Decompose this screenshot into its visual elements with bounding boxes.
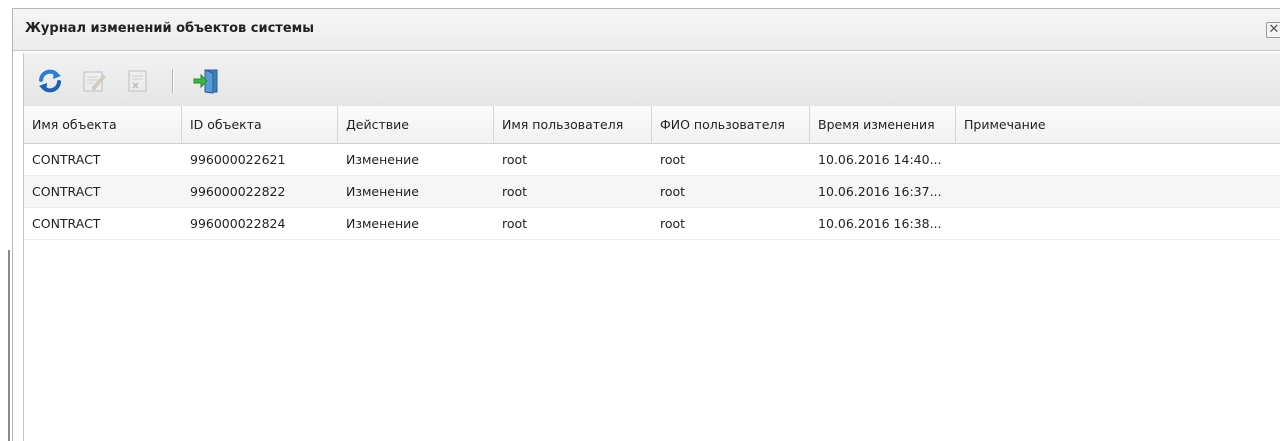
delete-button[interactable] — [124, 67, 152, 95]
cell-change-time: 10.06.2016 16:38... — [818, 216, 942, 231]
cell-note — [956, 176, 1280, 208]
cell-user-full-name: root — [660, 184, 686, 199]
cell-note — [956, 144, 1280, 176]
exit-button[interactable] — [192, 67, 220, 95]
cell-object-id: 996000022621 — [190, 152, 286, 167]
edit-icon — [83, 71, 106, 92]
cell-change-time: 10.06.2016 14:40... — [818, 152, 942, 167]
grid-header: Имя объекта ID объекта Действие Имя поль… — [24, 106, 1280, 144]
cell-object-id: 996000022822 — [190, 184, 286, 199]
toolbar — [23, 53, 1280, 106]
cell-object-id: 996000022824 — [190, 216, 286, 231]
column-header-object-id[interactable]: ID объекта — [182, 106, 338, 144]
change-log-window: Журнал изменений объектов системы ✕ Имя … — [12, 8, 1280, 441]
cell-object-name: CONTRACT — [32, 216, 101, 231]
column-header-user-name[interactable]: Имя пользователя — [494, 106, 652, 144]
column-header-note[interactable]: Примечание — [956, 106, 1280, 144]
cell-object-name: CONTRACT — [32, 152, 101, 167]
cell-action: Изменение — [346, 216, 419, 231]
column-header-action[interactable]: Действие — [338, 106, 494, 144]
toolbar-separator — [172, 69, 174, 93]
edit-button[interactable] — [80, 67, 108, 95]
splitter-bar[interactable] — [8, 250, 10, 441]
cell-change-time: 10.06.2016 16:37... — [818, 184, 942, 199]
cell-user-full-name: root — [660, 216, 686, 231]
table-row[interactable]: CONTRACT 996000022621 Изменение root roo… — [24, 144, 1280, 176]
refresh-button[interactable] — [36, 67, 64, 95]
cell-note — [956, 208, 1280, 240]
delete-icon — [128, 70, 147, 92]
window-titlebar[interactable]: Журнал изменений объектов системы ✕ — [13, 9, 1280, 51]
cell-user-name: root — [502, 184, 528, 199]
exit-icon — [193, 69, 218, 94]
cell-action: Изменение — [346, 152, 419, 167]
table-row[interactable]: CONTRACT 996000022822 Изменение root roo… — [24, 176, 1280, 208]
close-icon: ✕ — [1268, 22, 1280, 37]
window-title: Журнал изменений объектов системы — [25, 21, 315, 36]
table-row[interactable]: CONTRACT 996000022824 Изменение root roo… — [24, 208, 1280, 240]
cell-user-name: root — [502, 216, 528, 231]
cell-object-name: CONTRACT — [32, 184, 101, 199]
column-header-user-full-name[interactable]: ФИО пользователя — [652, 106, 810, 144]
cell-user-full-name: root — [660, 152, 686, 167]
close-button[interactable]: ✕ — [1266, 22, 1280, 38]
cell-user-name: root — [502, 152, 528, 167]
left-edge — [0, 0, 12, 441]
column-header-change-time[interactable]: Время изменения — [810, 106, 956, 144]
cell-action: Изменение — [346, 184, 419, 199]
refresh-icon — [39, 69, 61, 93]
column-header-object-name[interactable]: Имя объекта — [24, 106, 182, 144]
changes-grid: Имя объекта ID объекта Действие Имя поль… — [23, 106, 1280, 441]
